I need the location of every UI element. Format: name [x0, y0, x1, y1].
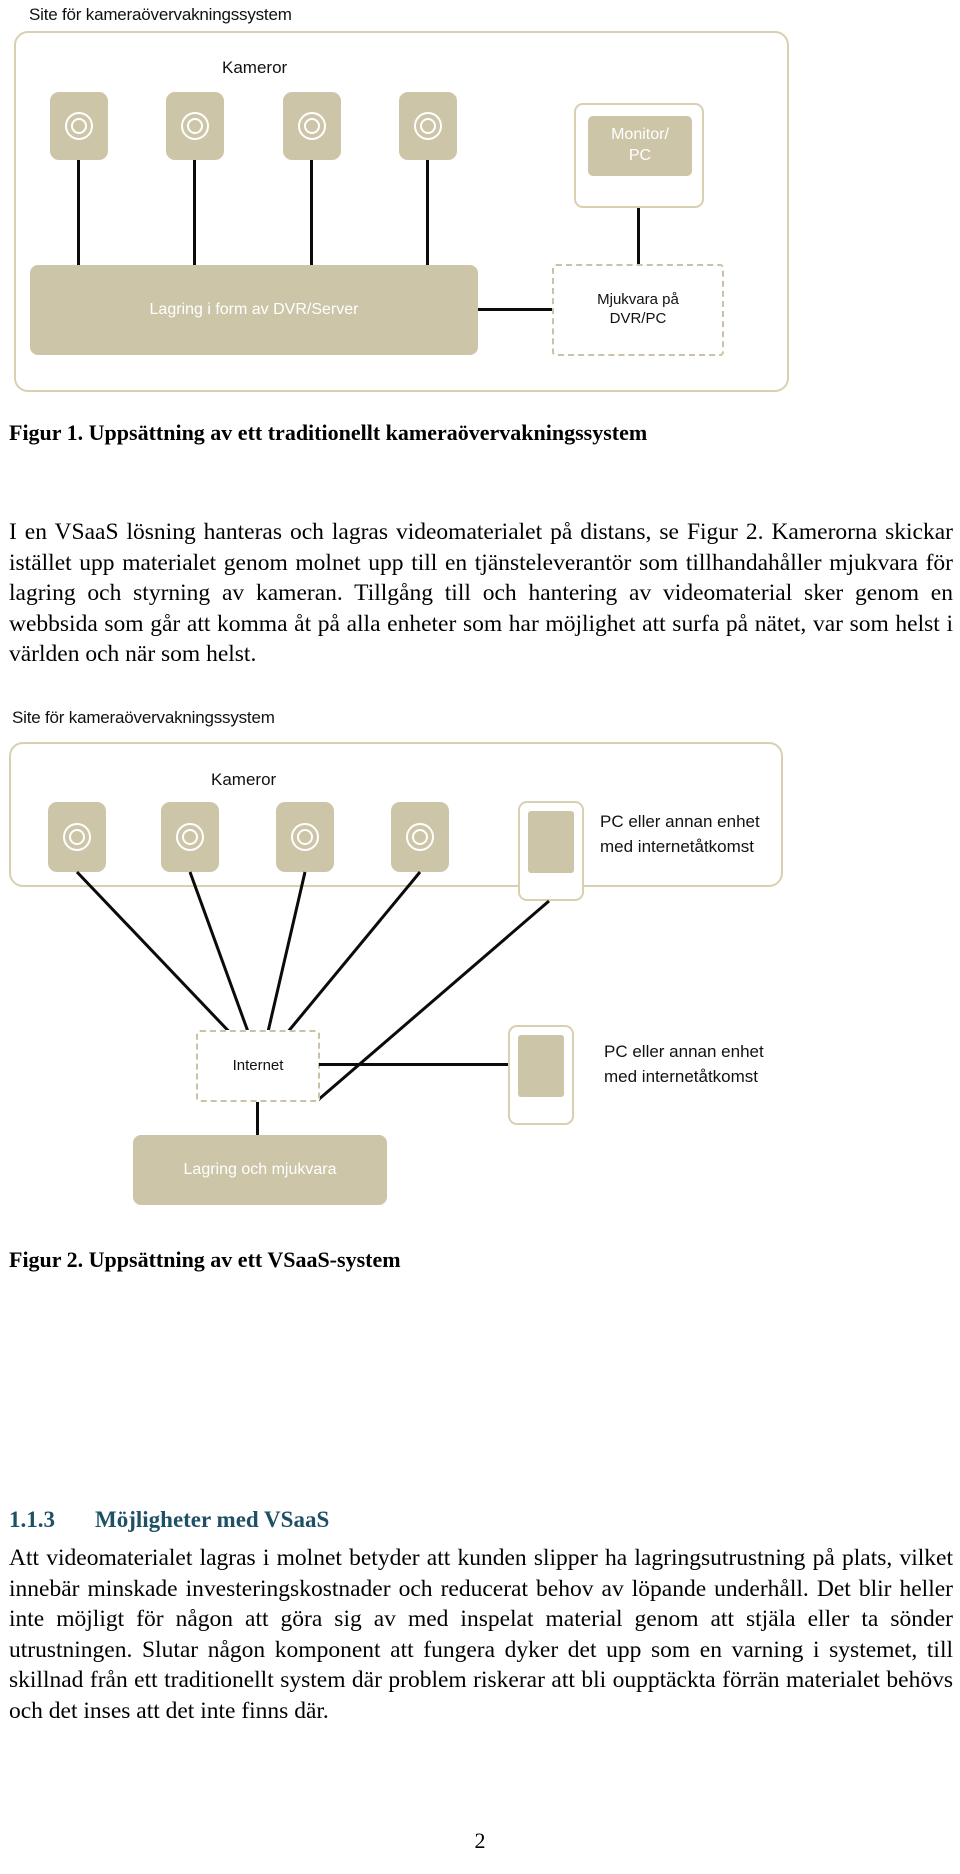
figure2-camera-3	[276, 802, 334, 872]
figure1-software-label: Mjukvara på DVR/PC	[597, 291, 679, 327]
figure2-storage-box: Lagring och mjukvara	[133, 1135, 387, 1205]
figure-1-caption: Figur 1. Uppsättning av ett traditionell…	[9, 420, 648, 445]
figure1-monitor-screen: Monitor/PC	[588, 116, 692, 176]
figure2-wire-internet-to-device	[319, 1063, 508, 1066]
figure1-software-box: Mjukvara på DVR/PC	[552, 264, 724, 356]
figure1-monitor-frame: Monitor/PC	[574, 103, 704, 208]
figure2-device-top-screen	[528, 811, 574, 873]
section-title: Möjligheter med VSaaS	[95, 1507, 330, 1532]
section-number: 1.1.3	[9, 1507, 55, 1532]
camera-lens-inner-icon	[420, 118, 436, 134]
figure2-camera-2	[161, 802, 219, 872]
camera-lens-inner-icon	[187, 118, 203, 134]
figure1-storage-box: Lagring i form av DVR/Server	[30, 265, 478, 355]
figure2-device-bottom-frame	[508, 1025, 574, 1125]
camera-lens-inner-icon	[304, 118, 320, 134]
figure1-wire-storage-to-software	[478, 308, 554, 311]
figure1-camera-2	[166, 92, 224, 160]
figure2-device-top-label: PC eller annan enhet med internetåtkomst	[600, 810, 760, 859]
figure2-device-top-line1: PC eller annan enhet	[600, 812, 760, 831]
figure-2-diagram: Site för kameraövervakningssystem Kamero…	[0, 700, 960, 1205]
camera-lens-inner-icon	[69, 829, 85, 845]
paragraph-1: I en VSaaS lösning hanteras och lagras v…	[9, 519, 953, 667]
figure2-device-top-frame	[518, 801, 584, 901]
page-number: 2	[474, 1828, 486, 1853]
figure2-device-bottom-line1: PC eller annan enhet	[604, 1042, 764, 1061]
figure2-storage-label: Lagring och mjukvara	[183, 1161, 337, 1178]
figure-2-caption: Figur 2. Uppsättning av ett VSaaS-system	[9, 1247, 401, 1272]
figure1-monitor-label: Monitor/PC	[611, 126, 669, 164]
camera-lens-inner-icon	[182, 829, 198, 845]
figure2-device-top-line2: med internetåtkomst	[600, 836, 755, 856]
figure1-site-label: Site för kameraövervakningssystem	[29, 5, 292, 24]
figure1-wire-camera-1	[77, 160, 80, 265]
figure1-cameras-label: Kameror	[222, 58, 288, 77]
figure1-camera-4	[399, 92, 457, 160]
figure1-camera-1	[50, 92, 108, 160]
figure1-wire-camera-4	[426, 160, 429, 265]
figure1-wire-camera-2	[193, 160, 196, 265]
figure2-camera-1	[48, 802, 106, 872]
figure1-storage-label: Lagring i form av DVR/Server	[149, 301, 359, 318]
figure1-wire-camera-3	[310, 160, 313, 265]
figure-1-diagram: Site för kameraövervakningssystem Kamero…	[0, 0, 960, 400]
paragraph-2: Att videomaterialet lagras i molnet bety…	[9, 1545, 953, 1724]
figure2-site-label: Site för kameraövervakningssystem	[12, 708, 275, 727]
figure2-device-bottom-line2: med internetåtkomst	[604, 1066, 759, 1086]
figure2-cameras-label: Kameror	[211, 770, 277, 789]
camera-lens-inner-icon	[297, 829, 313, 845]
figure2-internet-node: Internet	[196, 1030, 320, 1102]
figure1-camera-3	[283, 92, 341, 160]
section-heading: 1.1.3 Möjligheter med VSaaS	[9, 1507, 329, 1533]
figure2-camera-4	[391, 802, 449, 872]
figure1-wire-monitor	[637, 208, 640, 265]
camera-lens-inner-icon	[412, 829, 428, 845]
figure2-device-bottom-label: PC eller annan enhet med internetåtkomst	[604, 1040, 764, 1089]
figure2-internet-label: Internet	[232, 1056, 284, 1074]
camera-lens-inner-icon	[71, 118, 87, 134]
figure2-wire-internet-to-storage	[256, 1102, 259, 1136]
figure2-device-bottom-screen	[518, 1035, 564, 1097]
